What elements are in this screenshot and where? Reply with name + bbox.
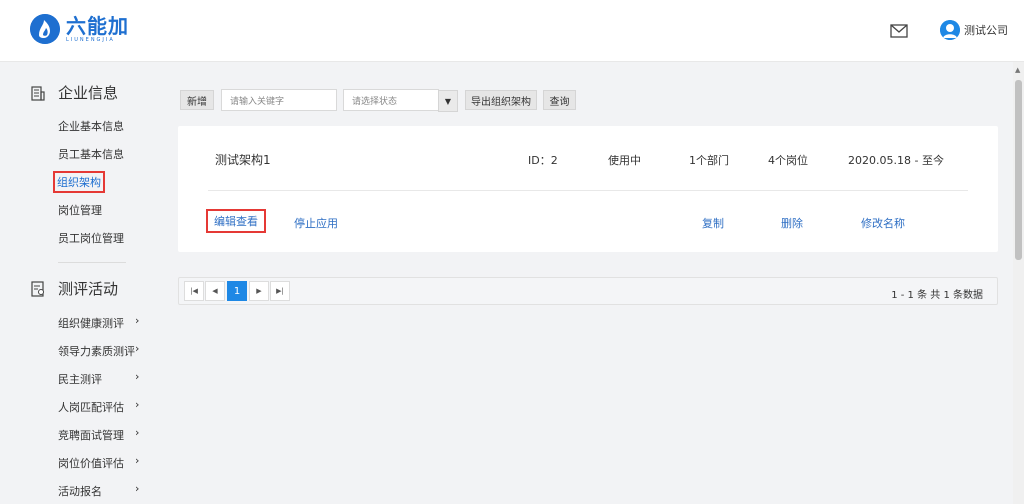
export-button[interactable]: 导出组织架构 <box>465 90 537 110</box>
structure-id: ID：2 <box>528 154 558 167</box>
structure-name: 测试架构1 <box>215 153 271 167</box>
sidebar-item-staff-position-mgmt[interactable]: 员工岗位管理 <box>58 230 124 246</box>
chevron-right-icon[interactable]: › <box>135 342 139 355</box>
sidebar-item-democratic[interactable]: 民主测评 <box>58 371 102 387</box>
period: 2020.05.18 - 至今 <box>848 154 944 167</box>
chevron-right-icon[interactable]: › <box>135 398 139 411</box>
first-page-icon[interactable]: |◀ <box>184 281 204 301</box>
chevron-right-icon[interactable]: › <box>135 370 139 383</box>
next-page-icon[interactable]: ▶ <box>249 281 269 301</box>
prev-page-icon[interactable]: ◀ <box>205 281 225 301</box>
chevron-right-icon[interactable]: › <box>135 482 139 495</box>
pagination-info: 1 - 1 条 共 1 条数据 <box>891 290 983 301</box>
sidebar-section-enterprise[interactable]: 企业信息 <box>30 82 118 103</box>
caret-down-icon[interactable]: ▼ <box>438 90 458 112</box>
company-name: 测试公司 <box>964 24 1008 37</box>
delete-link[interactable]: 删除 <box>781 215 803 231</box>
sidebar-item-company-info[interactable]: 企业基本信息 <box>58 118 124 134</box>
sidebar-item-staff-info[interactable]: 员工基本信息 <box>58 146 124 162</box>
rename-link[interactable]: 修改名称 <box>861 215 905 231</box>
chevron-right-icon[interactable]: › <box>135 426 139 439</box>
department-count: 1个部门 <box>689 154 729 167</box>
sidebar-item-org-health[interactable]: 组织健康测评 <box>58 315 124 331</box>
logo-text: 六能加 <box>66 14 129 38</box>
scrollbar-thumb[interactable] <box>1015 80 1022 260</box>
clipboard-icon <box>31 280 44 297</box>
add-button[interactable]: 新增 <box>180 90 214 110</box>
status-badge: 使用中 <box>608 154 641 167</box>
sidebar-item-leadership[interactable]: 领导力素质测评 <box>58 343 135 359</box>
logo[interactable]: 六能加 LIUNENGJIA <box>30 14 129 44</box>
pagination: |◀ ◀ 1 ▶ ▶| 1 - 1 条 共 1 条数据 <box>178 277 998 305</box>
page-number-current[interactable]: 1 <box>227 281 247 301</box>
keyword-input[interactable]: 请输入关键字 <box>221 89 337 111</box>
logo-flame-icon <box>30 14 60 44</box>
position-count: 4个岗位 <box>768 154 808 167</box>
top-header: 六能加 LIUNENGJIA 测试公司 <box>0 0 1024 62</box>
scroll-up-icon[interactable]: ▲ <box>1015 66 1020 74</box>
edit-view-link[interactable]: 编辑查看 <box>206 209 266 233</box>
copy-link[interactable]: 复制 <box>702 215 724 231</box>
sidebar-section-title: 企业信息 <box>58 84 119 102</box>
sidebar-item-position-mgmt[interactable]: 岗位管理 <box>58 202 102 218</box>
stop-apply-link[interactable]: 停止应用 <box>294 215 338 231</box>
sidebar: 企业信息 企业基本信息 员工基本信息 组织架构 岗位管理 员工岗位管理 测评活动… <box>0 63 160 504</box>
org-structure-card: 测试架构1 ID：2 使用中 1个部门 4个岗位 2020.05.18 - 至今… <box>178 126 998 252</box>
status-select[interactable]: 请选择状态 <box>343 89 439 111</box>
sidebar-divider <box>58 262 126 263</box>
card-divider <box>208 190 968 191</box>
sidebar-item-org-structure[interactable]: 组织架构 <box>53 171 105 193</box>
chevron-right-icon[interactable]: › <box>135 314 139 327</box>
sidebar-item-registration[interactable]: 活动报名 <box>58 483 102 499</box>
page-scrollbar[interactable]: ▲ <box>1013 62 1024 504</box>
user-menu[interactable]: 测试公司 <box>940 20 1008 40</box>
building-icon <box>31 85 45 101</box>
sidebar-item-position-value[interactable]: 岗位价值评估 <box>58 455 124 471</box>
user-avatar-icon <box>940 20 960 40</box>
mail-icon[interactable] <box>890 24 908 38</box>
sidebar-section-assessment[interactable]: 测评活动 <box>30 278 118 299</box>
last-page-icon[interactable]: ▶| <box>270 281 290 301</box>
sidebar-section-title: 测评活动 <box>58 280 119 298</box>
sidebar-item-person-job-fit[interactable]: 人岗匹配评估 <box>58 399 124 415</box>
sidebar-item-interview-mgmt[interactable]: 竞聘面试管理 <box>58 427 124 443</box>
logo-subtext: LIUNENGJIA <box>66 37 115 43</box>
query-button[interactable]: 查询 <box>543 90 576 110</box>
chevron-right-icon[interactable]: › <box>135 454 139 467</box>
